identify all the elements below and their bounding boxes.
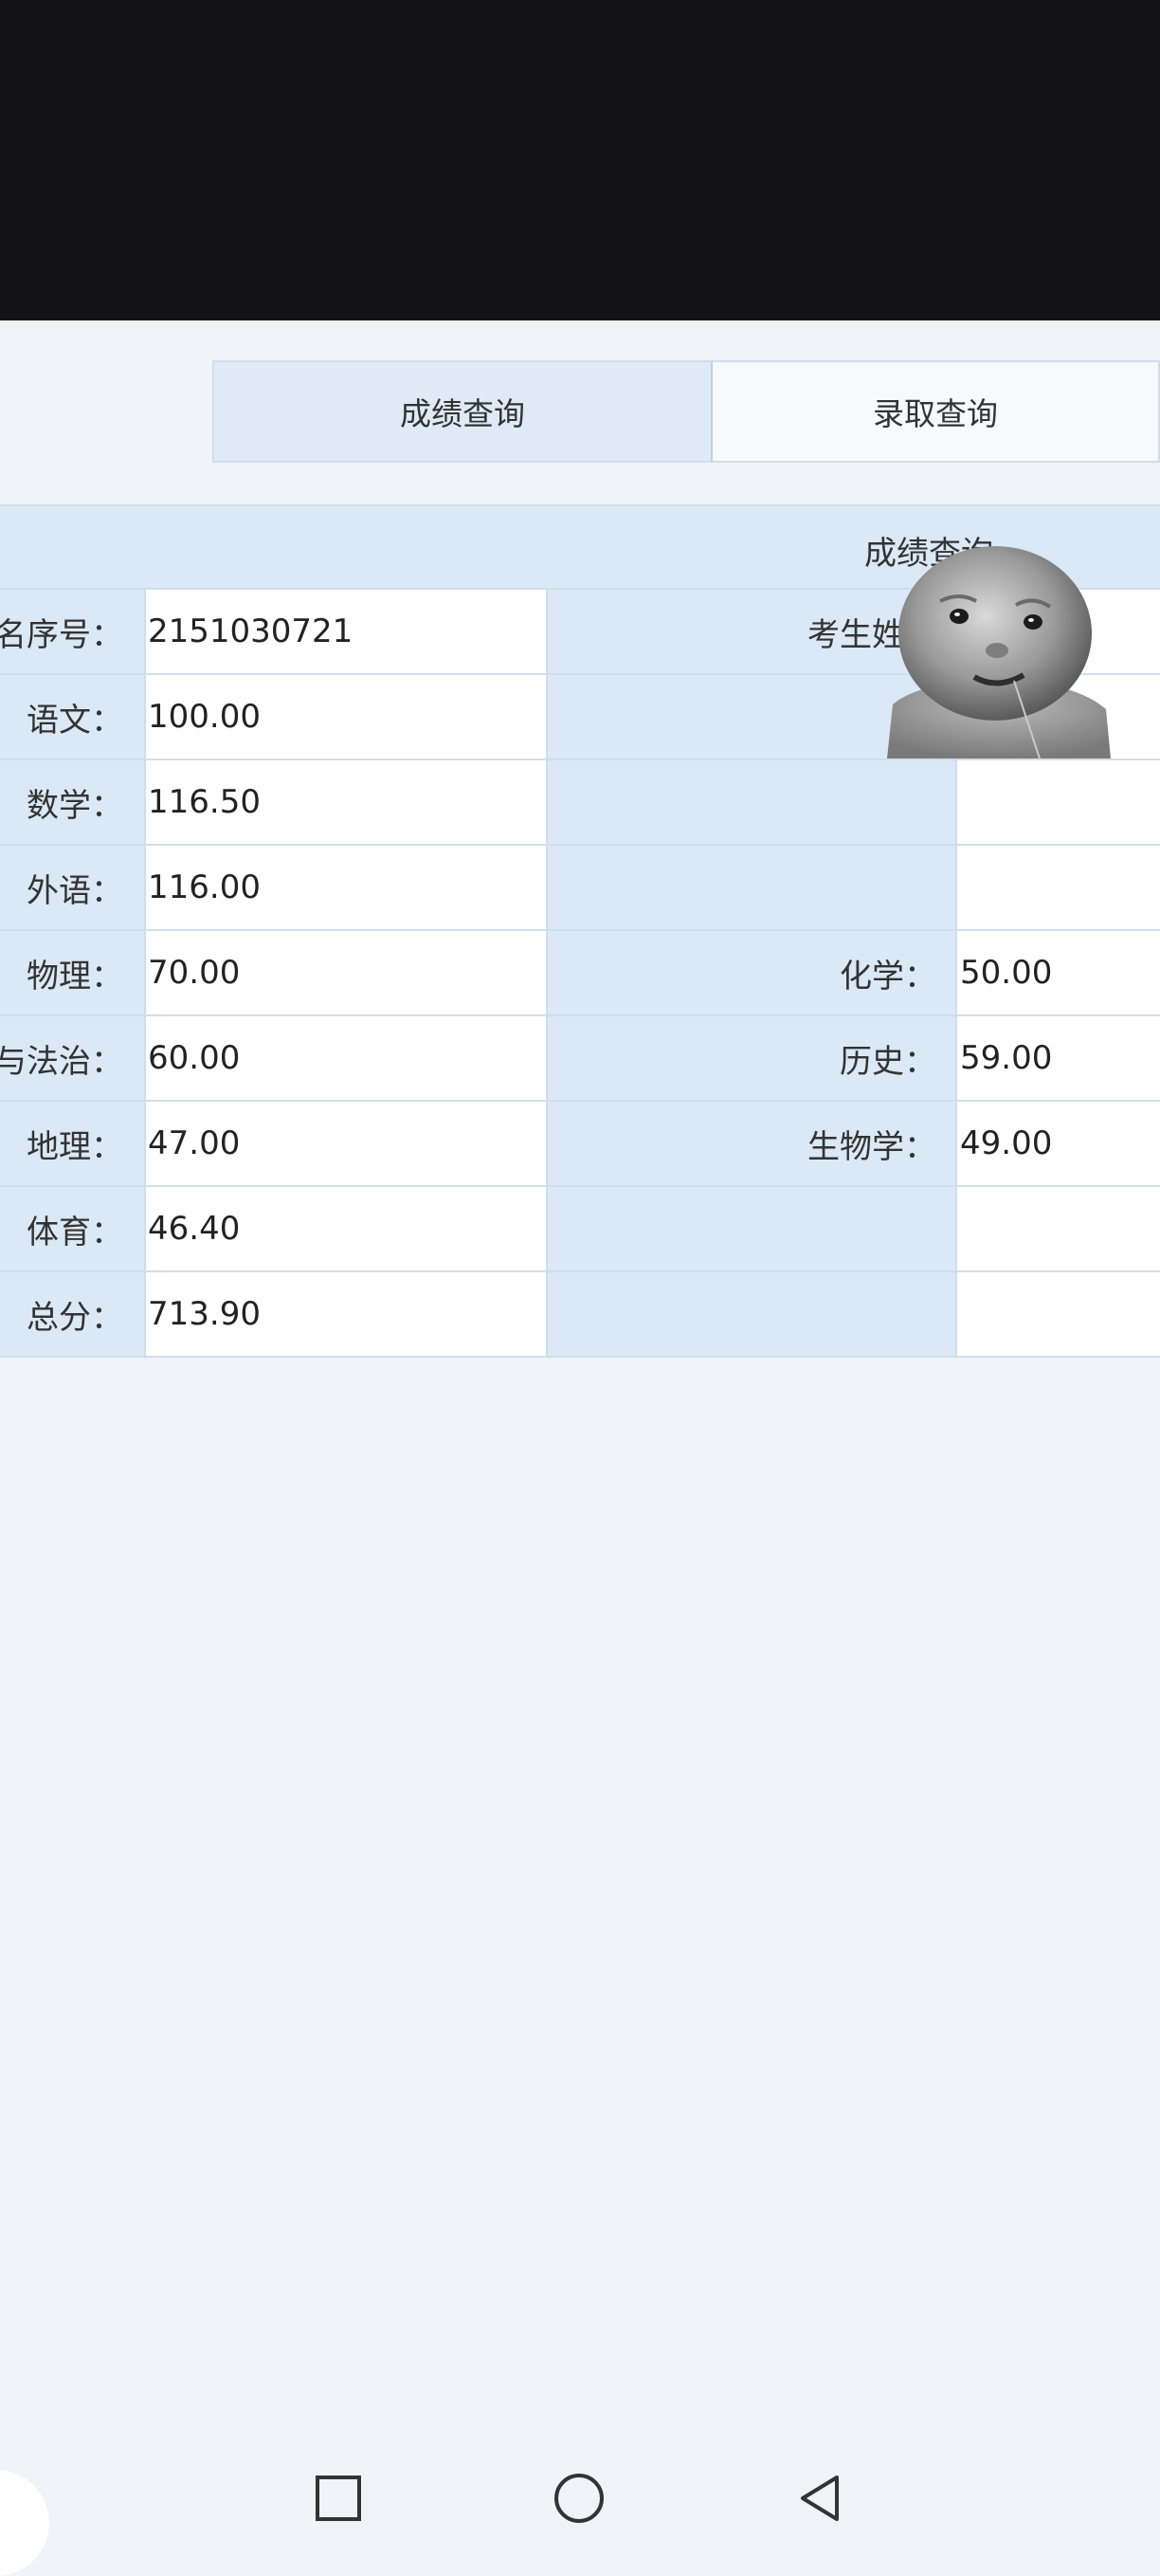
label-text-2: 历史： bbox=[840, 1042, 936, 1081]
query-tabs: 成绩查询 录取查询 bbox=[212, 360, 1160, 465]
value-text-2: 59.00 bbox=[960, 1039, 1053, 1077]
tab-score-query-label: 成绩查询 bbox=[400, 395, 525, 432]
table-row: 地理： 47.00 生物学： 49.00 bbox=[0, 1102, 1160, 1187]
label-text: 道德与法治： bbox=[0, 1042, 123, 1081]
table-row: 道德与法治： 60.00 历史： 59.00 bbox=[0, 1016, 1160, 1102]
row-value-2: 59.00 bbox=[957, 1016, 1160, 1100]
label-text: 总分： bbox=[27, 1298, 123, 1337]
tab-admission-query-label: 录取查询 bbox=[873, 395, 998, 432]
row-value-2 bbox=[957, 846, 1160, 929]
system-nav-bar bbox=[0, 2437, 1160, 2560]
row-value: 70.00 bbox=[144, 931, 548, 1014]
label-text: 外语： bbox=[27, 871, 123, 910]
label-text: 地理： bbox=[27, 1127, 123, 1166]
row-value-2: 50.00 bbox=[957, 931, 1160, 1014]
value-text: 70.00 bbox=[148, 954, 241, 992]
row-label: 总分： bbox=[0, 1272, 144, 1356]
row-value-2 bbox=[957, 1272, 1160, 1356]
table-row: 体育： 46.40 bbox=[0, 1187, 1160, 1272]
row-value: 116.50 bbox=[144, 760, 548, 844]
value-text: 713.90 bbox=[148, 1295, 261, 1333]
label-text: 物理： bbox=[27, 957, 123, 996]
table-row: 外语： 116.00 bbox=[0, 846, 1160, 931]
value-text: 116.50 bbox=[148, 783, 261, 821]
table-row: 物理： 70.00 化学： 50.00 bbox=[0, 931, 1160, 1016]
row-label-2 bbox=[548, 1187, 957, 1270]
row-label: 道德与法治： bbox=[0, 1016, 144, 1100]
row-value: 46.40 bbox=[144, 1187, 548, 1270]
tab-admission-query[interactable]: 录取查询 bbox=[713, 360, 1160, 463]
row-label: 体育： bbox=[0, 1187, 144, 1270]
home-circle-icon[interactable] bbox=[536, 2437, 622, 2560]
row-label: 外语： bbox=[0, 846, 144, 929]
row-value: 713.90 bbox=[144, 1272, 548, 1356]
row-value-2 bbox=[957, 760, 1160, 844]
label-text: 数学： bbox=[27, 786, 123, 825]
row-label: 报名序号： bbox=[0, 590, 144, 673]
row-label: 物理： bbox=[0, 931, 144, 1014]
top-black-area bbox=[0, 0, 1160, 320]
row-label: 语文： bbox=[0, 675, 144, 758]
label-text-2: 生物学： bbox=[807, 1127, 936, 1166]
label-text: 报名序号： bbox=[0, 615, 123, 654]
row-label-2: 化学： bbox=[548, 931, 957, 1014]
row-value: 47.00 bbox=[144, 1102, 548, 1185]
row-label: 数学： bbox=[0, 760, 144, 844]
row-label-2 bbox=[548, 1272, 957, 1356]
value-text: 47.00 bbox=[148, 1124, 241, 1162]
row-label-2: 历史： bbox=[548, 1016, 957, 1100]
value-text: 2151030721 bbox=[148, 612, 353, 650]
recents-square-icon[interactable] bbox=[296, 2437, 381, 2560]
row-label: 地理： bbox=[0, 1102, 144, 1185]
back-triangle-icon[interactable] bbox=[777, 2437, 862, 2560]
value-text: 46.40 bbox=[148, 1210, 241, 1248]
label-text-2: 化学： bbox=[840, 957, 936, 996]
baby-face-sticker bbox=[887, 546, 1111, 758]
value-text: 60.00 bbox=[148, 1039, 241, 1077]
row-label-2 bbox=[548, 760, 957, 844]
value-text-2: 49.00 bbox=[960, 1124, 1053, 1162]
tab-score-query[interactable]: 成绩查询 bbox=[212, 360, 713, 463]
row-value: 100.00 bbox=[144, 675, 548, 758]
value-text: 116.00 bbox=[148, 868, 261, 906]
row-label-2 bbox=[548, 846, 957, 929]
row-value: 60.00 bbox=[144, 1016, 548, 1100]
row-value-2 bbox=[957, 1187, 1160, 1270]
table-row: 数学： 116.50 bbox=[0, 760, 1160, 846]
table-row: 总分： 713.90 bbox=[0, 1272, 1160, 1358]
label-text: 语文： bbox=[27, 701, 123, 740]
row-value: 116.00 bbox=[144, 846, 548, 929]
label-text: 体育： bbox=[27, 1213, 123, 1251]
row-label-2: 生物学： bbox=[548, 1102, 957, 1185]
value-text: 100.00 bbox=[148, 698, 261, 736]
row-value-2: 49.00 bbox=[957, 1102, 1160, 1185]
row-value: 2151030721 bbox=[144, 590, 548, 673]
value-text-2: 50.00 bbox=[960, 954, 1053, 992]
